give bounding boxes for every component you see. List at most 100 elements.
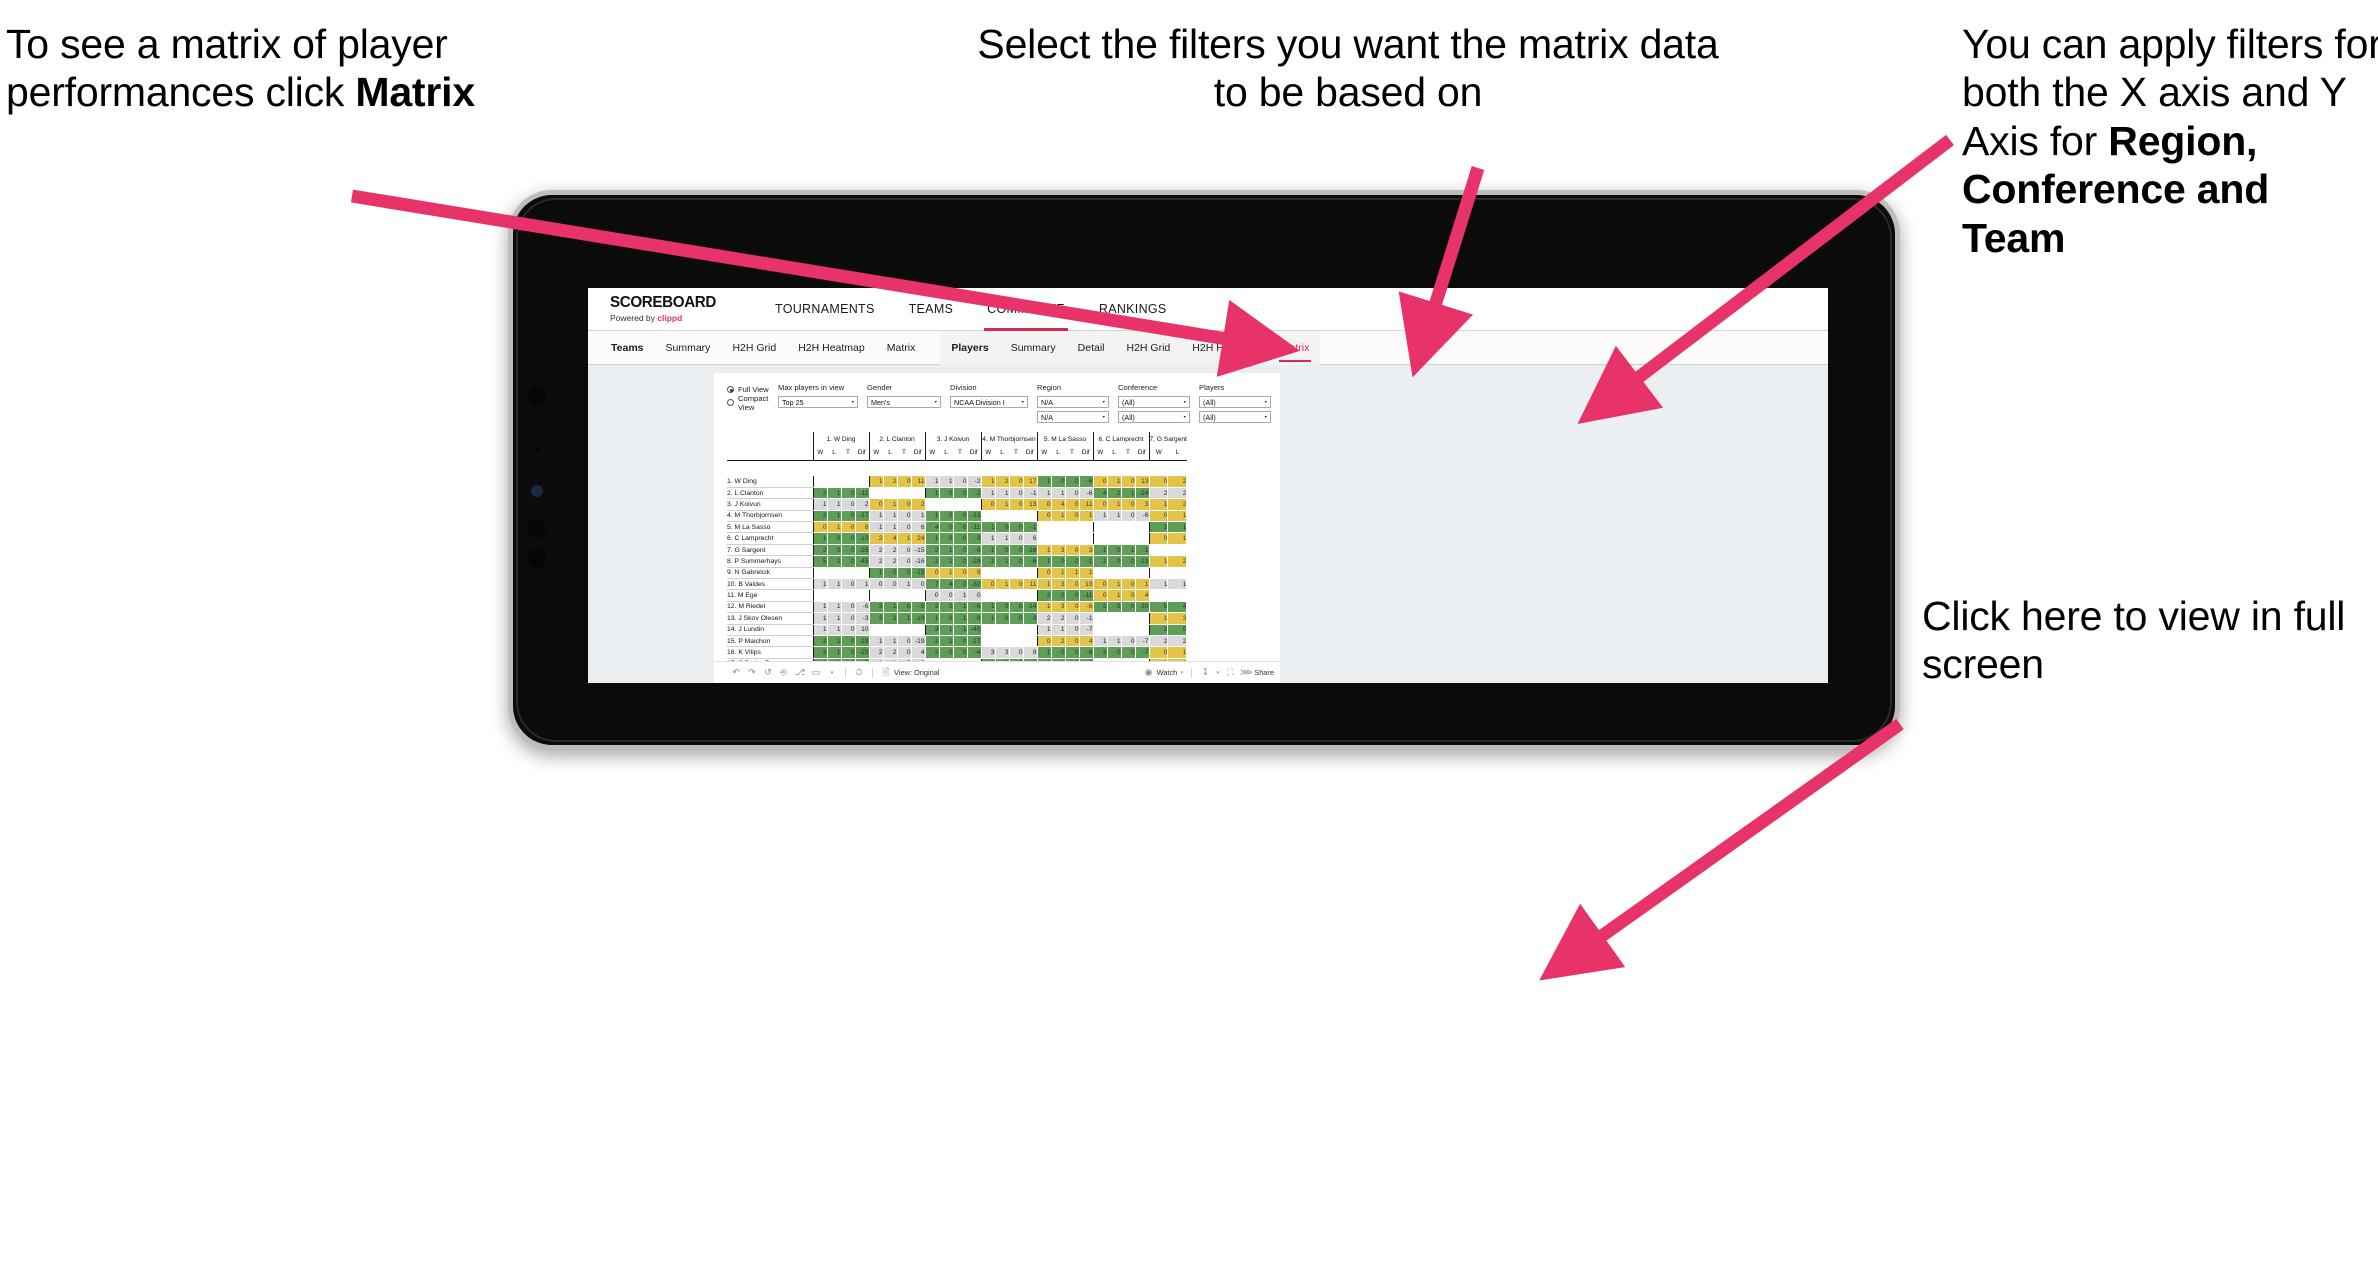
players-select-x[interactable]: (All) ▾ — [1199, 396, 1271, 408]
matrix-cell-empty — [1148, 567, 1187, 580]
matrix-cell: 0 — [1051, 476, 1066, 488]
matrix-cell: 1 — [868, 476, 884, 488]
tab-players-summary[interactable]: Summary — [1000, 331, 1067, 365]
matrix-cell: 6 — [911, 521, 926, 534]
max-players-select[interactable]: Top 25 ▾ — [778, 396, 858, 408]
matrix-cell: 1 — [883, 635, 898, 648]
matrix-cell: 0 — [1051, 555, 1066, 568]
chevron-down-icon[interactable]: ▾ — [824, 670, 840, 676]
gender-select[interactable]: Men's ▾ — [867, 396, 941, 408]
matrix-cell: 2 — [924, 646, 940, 659]
chevron-down-icon[interactable]: ▾ — [1177, 670, 1186, 676]
revert-icon[interactable]: ↺ — [760, 667, 776, 678]
tab-teams-h2h-heatmap[interactable]: H2H Heatmap — [787, 331, 876, 365]
division-select[interactable]: NCAA Division I ▾ — [950, 396, 1028, 408]
players-tab-group: Players Summary Detail H2H Grid H2H Heat… — [940, 330, 1321, 365]
refresh-icon[interactable]: ⎇ — [792, 667, 808, 678]
nav-rankings[interactable]: RANKINGS — [1082, 288, 1184, 331]
watch-label[interactable]: Watch — [1157, 668, 1178, 677]
matrix-cell: 1 — [939, 567, 954, 580]
chevron-down-icon[interactable]: ▾ — [1213, 670, 1222, 676]
tab-teams-matrix[interactable]: Matrix — [876, 331, 927, 365]
matrix-cell: 8 — [1023, 646, 1038, 659]
side-button-top[interactable] — [527, 519, 546, 538]
matrix-cell: 0 — [1009, 476, 1024, 488]
side-button-bottom[interactable] — [527, 549, 546, 568]
matrix-cell: 1 — [883, 601, 898, 614]
tab-teams-summary[interactable]: Summary — [655, 331, 722, 365]
shape-icon[interactable]: ▭ — [808, 667, 824, 678]
matrix-cell: 1 — [1092, 544, 1108, 557]
matrix-cell: 2 — [883, 612, 898, 625]
tab-teams[interactable]: Teams — [600, 331, 655, 365]
matrix-cell: -17 — [855, 510, 870, 523]
tab-players-h2h-heatmap[interactable]: H2H Heatmap — [1181, 331, 1270, 365]
matrix-subheader-l: L — [1167, 446, 1187, 461]
matrix-row: 9. N Gabrelcik 1 0 0 -15 0 1 0 9 0 1 1 1 — [727, 567, 1187, 580]
nav-tournaments[interactable]: TOURNAMENTS — [758, 288, 892, 331]
matrix-cell: -6 — [967, 544, 982, 557]
matrix-col-header: 3. J Koivun — [924, 432, 981, 446]
undo-icon[interactable]: ↶ — [728, 667, 744, 678]
fullscreen-icon[interactable]: ⛶ — [1222, 667, 1238, 678]
matrix-cell: 1 — [924, 487, 940, 500]
matrix-table-wrap[interactable]: 1. W Ding 2. L Clanton 3. J Koivun 4. M Tho… — [714, 432, 1280, 683]
matrix-cell: 0 — [1065, 510, 1080, 523]
tab-teams-h2h-grid[interactable]: H2H Grid — [721, 331, 787, 365]
share-icon[interactable]: ⋙ — [1238, 667, 1254, 678]
radio-compact-view[interactable]: Compact View — [727, 394, 769, 412]
conference-select-y[interactable]: (All) ▾ — [1118, 411, 1190, 423]
matrix-cell: 0 — [953, 635, 968, 648]
matrix-cell: 0 — [1065, 544, 1080, 557]
region-select-y[interactable]: N/A ▾ — [1037, 411, 1109, 423]
matrix-cell-empty — [868, 589, 925, 602]
matrix-cell: 3 — [812, 646, 828, 659]
matrix-cell-empty — [980, 589, 1037, 602]
pause-icon[interactable]: ⎆ — [776, 667, 792, 678]
players-select-y[interactable]: (All) ▾ — [1199, 411, 1271, 423]
matrix-cell: 0 — [1009, 646, 1024, 659]
matrix-cell: 2 — [868, 544, 884, 557]
matrix-cell: 0 — [827, 544, 842, 557]
matrix-cell: 1 — [1121, 544, 1136, 557]
conference-select-x[interactable]: (All) ▾ — [1118, 396, 1190, 408]
matrix-cell: 0 — [1065, 624, 1080, 636]
share-label[interactable]: Share — [1254, 668, 1274, 677]
matrix-cell: 1 — [1167, 578, 1188, 591]
eye-icon[interactable]: ◉ — [1141, 667, 1157, 678]
matrix-cell: 1 — [924, 476, 940, 488]
matrix-cell: 0 — [1092, 578, 1108, 591]
redo-icon[interactable]: ↷ — [744, 667, 760, 678]
matrix-row: 13. J Skov Olesen 1 1 0 -3 3 2 1 -19 1 0 1 -9 1 0 0 -3 2 2… — [727, 612, 1188, 625]
matrix-cell: 0 — [980, 498, 996, 511]
matrix-subheader-w: W — [1148, 446, 1168, 461]
matrix-cell: 4 — [924, 521, 940, 534]
matrix-subheader-l: L — [995, 446, 1009, 461]
matrix-cell: 0 — [841, 510, 856, 523]
matrix-cell: 17 — [1023, 476, 1038, 488]
scoreboard-logo[interactable]: SCOREBOARD Powered by clippd — [610, 295, 758, 324]
matrix-cell: 1 — [897, 578, 912, 591]
matrix-cell: 1 — [827, 601, 842, 614]
nav-committee[interactable]: COMMITTEE — [970, 288, 1082, 331]
matrix-cell: 1 — [812, 601, 828, 614]
history-icon[interactable]: ⏱ — [851, 667, 867, 678]
tab-players-detail[interactable]: Detail — [1067, 331, 1116, 365]
view-original-label[interactable]: View: Original — [894, 668, 939, 677]
region-select-x[interactable]: N/A ▾ — [1037, 396, 1109, 408]
chevron-down-icon: ▾ — [1183, 414, 1186, 420]
matrix-cell: 1 — [883, 521, 898, 534]
matrix-cell-empty — [868, 624, 925, 636]
matrix-cell: 0 — [939, 646, 954, 659]
matrix-subheader-l: L — [883, 446, 897, 461]
matrix-cell: 0 — [1107, 601, 1122, 614]
matrix-cell-empty — [1092, 532, 1149, 545]
nav-teams[interactable]: TEAMS — [892, 288, 971, 331]
matrix-cell: 3 — [1148, 521, 1169, 534]
download-icon[interactable]: ↧ — [1197, 667, 1213, 678]
view-icon[interactable]: 🗎 — [878, 665, 894, 681]
tab-players-h2h-grid[interactable]: H2H Grid — [1116, 331, 1182, 365]
tab-players[interactable]: Players — [940, 331, 999, 365]
tab-players-matrix[interactable]: Matrix — [1270, 331, 1321, 365]
matrix-cell-empty — [924, 498, 981, 511]
